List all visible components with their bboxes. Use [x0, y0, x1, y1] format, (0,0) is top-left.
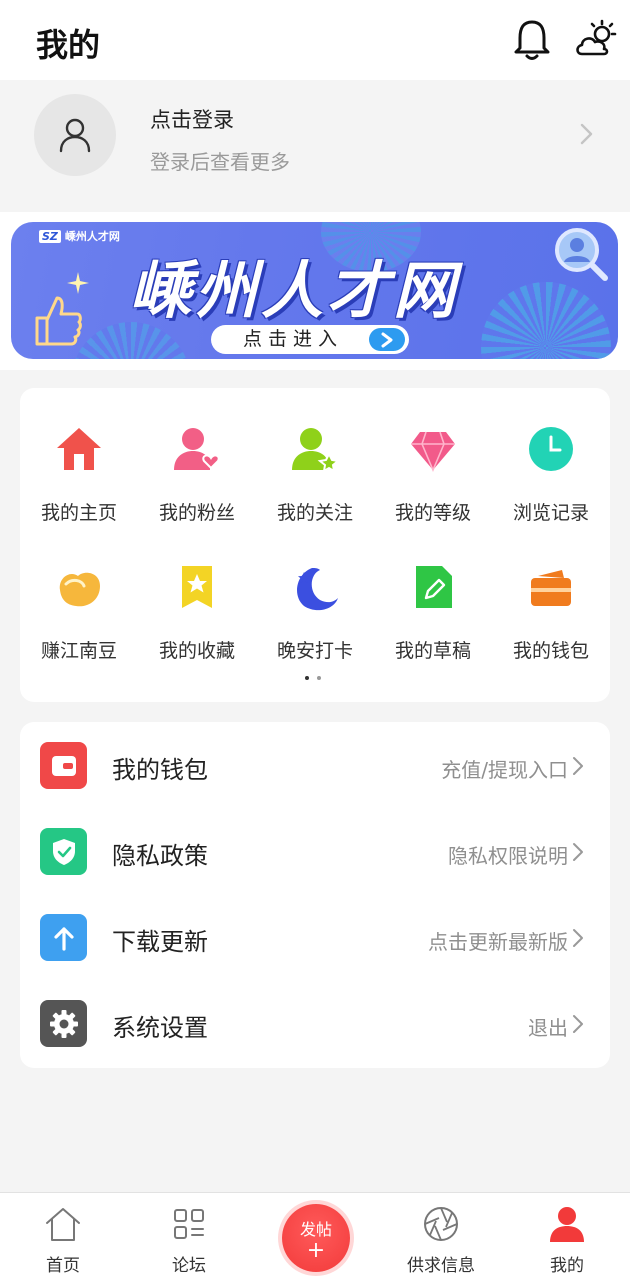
follow-icon: [292, 428, 340, 473]
gear-icon: [40, 1000, 87, 1047]
fans-icon: [174, 428, 220, 470]
plus-icon: +: [306, 1238, 326, 1263]
grid-item-history[interactable]: 浏览记录: [492, 388, 610, 524]
settings-list: 我的钱包 充值/提现入口 隐私政策 隐私权限说明 下载更新 点击更新最新版 系统…: [20, 722, 610, 1068]
list-row-settings[interactable]: 系统设置 退出: [20, 980, 610, 1066]
shield-icon: [40, 828, 87, 875]
user-icon: [59, 118, 91, 153]
banner-logo: SZ 嵊州人才网: [39, 228, 120, 244]
diamond-icon: [411, 431, 455, 473]
chevron-right-icon: [573, 843, 583, 861]
grid-item-follow[interactable]: 我的关注: [256, 388, 374, 524]
chevron-right-icon: [573, 757, 583, 775]
clock-icon: [529, 427, 573, 471]
wallet-icon: [531, 570, 571, 606]
post-button[interactable]: 发帖 +: [282, 1204, 350, 1272]
chevron-right-icon: [573, 1015, 583, 1033]
tab-home[interactable]: 首页: [13, 1193, 113, 1280]
top-header: 我的: [0, 0, 630, 80]
upload-arrow-icon: [40, 914, 87, 961]
page-indicator: [305, 676, 321, 680]
avatar[interactable]: [34, 94, 116, 176]
weather-icon[interactable]: [574, 18, 618, 60]
bell-icon[interactable]: [512, 18, 552, 62]
tab-mine[interactable]: 我的: [517, 1193, 617, 1280]
banner-decoration: [481, 282, 611, 359]
draft-icon: [416, 566, 452, 608]
page-dot: [305, 676, 309, 680]
login-link[interactable]: 点击登录: [150, 104, 234, 134]
banner-section: SZ 嵊州人才网 嵊州人才网 点击进入: [0, 212, 630, 370]
enter-button[interactable]: 点击进入: [211, 325, 409, 354]
grid-item-drafts[interactable]: 我的草稿: [374, 526, 492, 662]
moon-icon: [297, 568, 338, 611]
aperture-icon: [424, 1207, 458, 1241]
banner-headline: 嵊州人才网: [129, 254, 460, 327]
chevron-right-icon: [573, 929, 583, 947]
grid-item-beans[interactable]: 赚江南豆: [20, 526, 138, 662]
list-row-update[interactable]: 下载更新 点击更新最新版: [20, 894, 610, 980]
list-row-privacy[interactable]: 隐私政策 隐私权限说明: [20, 808, 610, 894]
grid-item-level[interactable]: 我的等级: [374, 388, 492, 524]
login-row[interactable]: 点击登录 登录后查看更多: [0, 80, 630, 212]
grid-item-goodnight[interactable]: 晚安打卡: [256, 526, 374, 662]
grid-item-favorites[interactable]: 我的收藏: [138, 526, 256, 662]
thumbs-up-icon: [35, 296, 82, 346]
login-hint: 登录后查看更多: [150, 150, 290, 174]
arrow-right-icon: [369, 328, 405, 351]
bookmark-icon: [182, 566, 212, 608]
chevron-right-icon: [580, 123, 593, 145]
tab-supply-demand[interactable]: 供求信息: [391, 1193, 491, 1280]
wallet-icon: [40, 742, 87, 789]
sparkle-icon: [67, 272, 89, 294]
list-row-wallet[interactable]: 我的钱包 充值/提现入口: [20, 722, 610, 808]
bean-icon: [59, 572, 100, 607]
grid-item-fans[interactable]: 我的粉丝: [138, 388, 256, 524]
page-title: 我的: [36, 26, 101, 64]
home-outline-icon: [46, 1208, 80, 1241]
grid-icon: [174, 1209, 204, 1239]
home-icon: [57, 428, 101, 470]
magnifier-icon: [555, 228, 608, 281]
tab-forum[interactable]: 论坛: [139, 1193, 239, 1280]
page-dot: [317, 676, 321, 680]
talent-banner[interactable]: SZ 嵊州人才网 嵊州人才网 点击进入: [11, 222, 618, 359]
feature-grid: 我的主页 我的粉丝 我的关注 我的等级 浏览记录 赚江南豆 我的收藏 晚安打卡 …: [20, 388, 610, 702]
person-icon: [550, 1207, 584, 1242]
grid-item-wallet[interactable]: 我的钱包: [492, 526, 610, 662]
grid-item-homepage[interactable]: 我的主页: [20, 388, 138, 524]
